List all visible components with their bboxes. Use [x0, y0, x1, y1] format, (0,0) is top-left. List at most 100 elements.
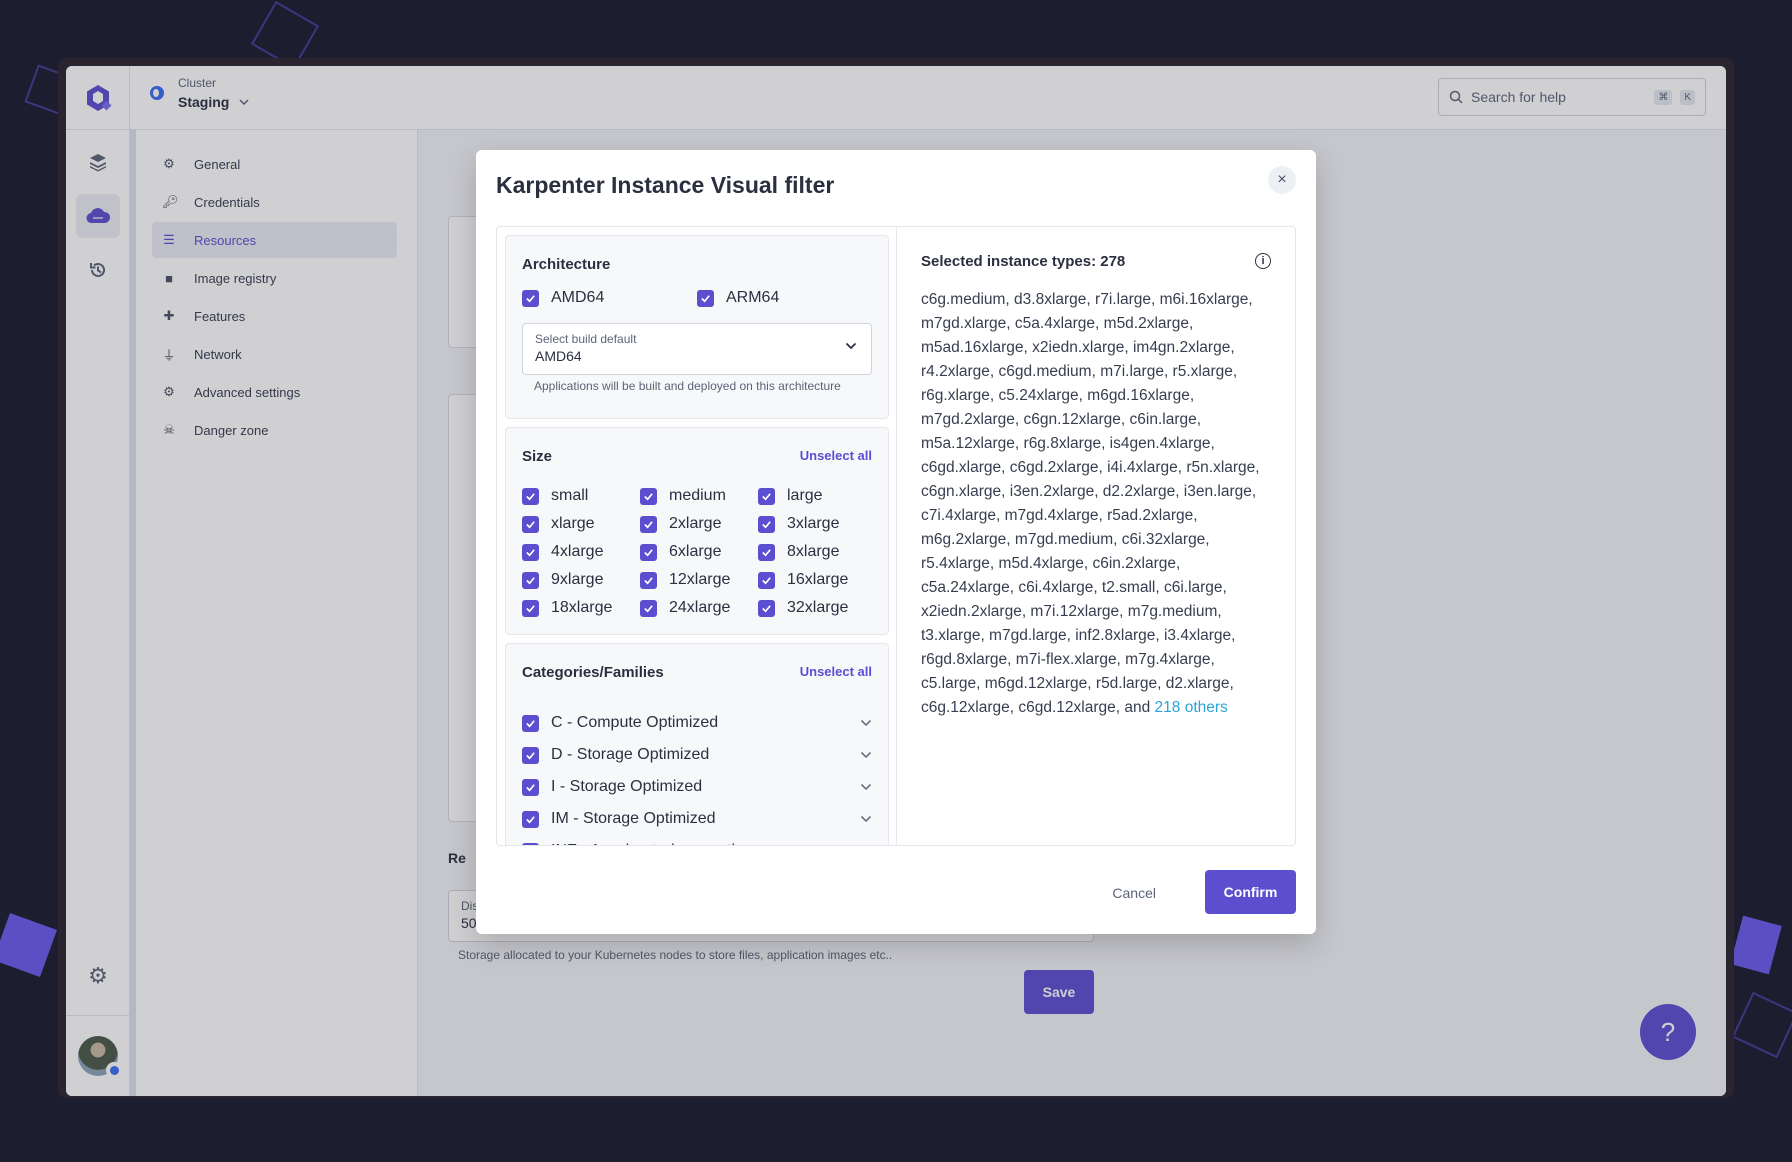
close-icon: × [1277, 171, 1287, 188]
select-value: AMD64 [535, 348, 582, 364]
filter-column[interactable]: Architecture AMD64 ARM64 Select build de… [497, 227, 897, 845]
checkbox-checked-icon [522, 487, 539, 505]
architecture-title: Architecture [522, 256, 611, 273]
chevron-down-icon[interactable] [860, 815, 872, 823]
checkbox-size-6xlarge[interactable]: 6xlarge [640, 543, 758, 561]
checkbox-label: AMD64 [551, 289, 605, 306]
category-label: D - Storage Optimized [551, 746, 710, 763]
category-label: I - Storage Optimized [551, 778, 703, 795]
background-cube-decoration [1731, 991, 1792, 1059]
checkbox-label: xlarge [551, 515, 595, 532]
checkbox-label: 18xlarge [551, 599, 613, 616]
checkbox-size-16xlarge[interactable]: 16xlarge [758, 571, 876, 589]
checkbox-size-4xlarge[interactable]: 4xlarge [522, 543, 640, 561]
checkbox-checked-icon [522, 515, 539, 533]
modal-title: Karpenter Instance Visual filter [496, 172, 835, 198]
checkbox-checked-icon[interactable] [522, 746, 539, 764]
checkbox-size-medium[interactable]: medium [640, 487, 758, 505]
checkbox-label: 24xlarge [669, 599, 731, 616]
confirm-button[interactable]: Confirm [1205, 870, 1296, 914]
background-cube-decoration [1730, 915, 1782, 975]
checkbox-label: small [551, 487, 589, 504]
build-default-select[interactable]: Select build default AMD64 [522, 323, 872, 375]
category-label: IM - Storage Optimized [551, 810, 716, 827]
checkbox-label: large [787, 487, 823, 504]
checkbox-checked-icon [758, 487, 775, 505]
checkbox-checked-icon [758, 571, 775, 589]
categories-list: C - Compute Optimized D - Storage Optimiz… [522, 707, 872, 845]
checkbox-size-xlarge[interactable]: xlarge [522, 515, 640, 533]
checkbox-size-32xlarge[interactable]: 32xlarge [758, 599, 876, 617]
checkbox-label: medium [669, 487, 726, 504]
others-link[interactable]: 218 others [1155, 699, 1228, 716]
checkbox-size-2xlarge[interactable]: 2xlarge [640, 515, 758, 533]
checkbox-checked-icon [758, 599, 775, 617]
checkbox-checked-icon [522, 543, 539, 561]
checkbox-label: 6xlarge [669, 543, 722, 560]
checkbox-amd64[interactable]: AMD64 [522, 289, 697, 307]
select-hint: Applications will be built and deployed … [534, 379, 841, 393]
size-unselect-all-link[interactable]: Unselect all [800, 448, 872, 463]
checkbox-checked-icon [640, 515, 657, 533]
checkbox-checked-icon [640, 543, 657, 561]
category-row[interactable]: INF - Accelerated computing [522, 835, 872, 845]
checkbox-size-24xlarge[interactable]: 24xlarge [640, 599, 758, 617]
chevron-down-icon[interactable] [860, 719, 872, 727]
checkbox-size-18xlarge[interactable]: 18xlarge [522, 599, 640, 617]
checkbox-label: 16xlarge [787, 571, 849, 588]
category-row[interactable]: I - Storage Optimized [522, 771, 872, 803]
checkbox-checked-icon [522, 289, 539, 307]
checkbox-size-small[interactable]: small [522, 487, 640, 505]
info-icon[interactable]: i [1255, 253, 1271, 269]
checkbox-label: 4xlarge [551, 543, 604, 560]
checkbox-size-12xlarge[interactable]: 12xlarge [640, 571, 758, 589]
checkbox-checked-icon [640, 599, 657, 617]
checkbox-label: 2xlarge [669, 515, 722, 532]
select-label: Select build default [535, 332, 637, 346]
checkbox-checked-icon[interactable] [522, 842, 539, 845]
selected-instance-text: c6g.medium, d3.8xlarge, r7i.large, m6i.1… [921, 291, 1260, 716]
checkbox-label: 9xlarge [551, 571, 604, 588]
category-label: INF - Accelerated computing [551, 842, 753, 845]
karpenter-filter-modal: Karpenter Instance Visual filter × Archi… [476, 150, 1316, 934]
checkbox-checked-icon [522, 599, 539, 617]
selected-count-title: Selected instance types: 278 [921, 253, 1126, 270]
categories-unselect-all-link[interactable]: Unselect all [800, 664, 872, 679]
close-button[interactable]: × [1268, 166, 1296, 194]
checkbox-label: 12xlarge [669, 571, 731, 588]
checkbox-label: 3xlarge [787, 515, 840, 532]
categories-card: Categories/Families Unselect all C - Com… [505, 643, 889, 845]
category-row[interactable]: D - Storage Optimized [522, 739, 872, 771]
category-row[interactable]: C - Compute Optimized [522, 707, 872, 739]
checkbox-size-large[interactable]: large [758, 487, 876, 505]
category-row[interactable]: IM - Storage Optimized [522, 803, 872, 835]
chevron-down-icon[interactable] [860, 751, 872, 759]
checkbox-label: ARM64 [726, 289, 780, 306]
checkbox-size-3xlarge[interactable]: 3xlarge [758, 515, 876, 533]
checkbox-size-9xlarge[interactable]: 9xlarge [522, 571, 640, 589]
checkbox-arm64[interactable]: ARM64 [697, 289, 872, 307]
checkbox-checked-icon [640, 571, 657, 589]
category-label: C - Compute Optimized [551, 714, 719, 731]
cancel-button[interactable]: Cancel [1096, 872, 1172, 914]
checkbox-checked-icon [758, 515, 775, 533]
modal-body: Architecture AMD64 ARM64 Select build de… [496, 226, 1296, 846]
checkbox-checked-icon [758, 543, 775, 561]
selected-types-panel: Selected instance types: 278 i c6g.mediu… [897, 227, 1295, 845]
checkbox-checked-icon [640, 487, 657, 505]
checkbox-label: 8xlarge [787, 543, 840, 560]
chevron-down-icon[interactable] [860, 783, 872, 791]
checkbox-label: 32xlarge [787, 599, 849, 616]
checkbox-checked-icon [522, 571, 539, 589]
checkbox-checked-icon[interactable] [522, 714, 539, 732]
selected-instance-list: c6g.medium, d3.8xlarge, r7i.large, m6i.1… [921, 288, 1271, 720]
checkbox-checked-icon [697, 289, 714, 307]
checkbox-checked-icon[interactable] [522, 778, 539, 796]
chevron-down-icon [845, 342, 857, 350]
size-options-grid: small medium large xlarge 2xlarge 3xlarge 4xla… [522, 487, 872, 617]
checkbox-checked-icon[interactable] [522, 810, 539, 828]
checkbox-size-8xlarge[interactable]: 8xlarge [758, 543, 876, 561]
size-card: Size Unselect all small medium large xlarge… [505, 427, 889, 635]
background-cube-decoration [0, 912, 58, 978]
architecture-card: Architecture AMD64 ARM64 Select build de… [505, 235, 889, 419]
